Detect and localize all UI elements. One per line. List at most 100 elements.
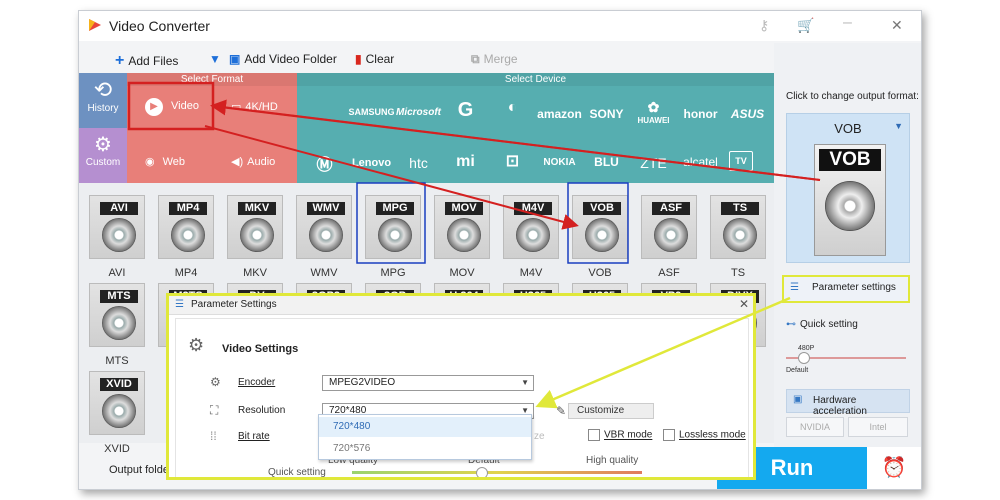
- format-tile-box: MOV: [434, 195, 490, 259]
- add-files-dropdown-icon[interactable]: ▼: [209, 52, 221, 66]
- intel-option[interactable]: Intel: [848, 417, 908, 437]
- format-tile-label: XVID: [104, 443, 130, 455]
- device-asus[interactable]: ASUS: [724, 107, 771, 121]
- output-panel: Click to change output format: VOB ▼ VOB…: [774, 43, 921, 489]
- play-icon: ▶: [145, 98, 163, 116]
- format-tile[interactable]: VOB VOB: [570, 195, 630, 279]
- format-tile-tag: WMV: [307, 202, 345, 215]
- format-tile[interactable]: MP4 MP4: [156, 195, 216, 279]
- high-quality-label: High quality: [586, 455, 639, 466]
- web-icon: ◉: [145, 156, 155, 168]
- quality-slider-thumb[interactable]: [476, 467, 488, 477]
- select-device-panel: Select Device SAMSUNG Microsoft G ◐ amaz…: [297, 73, 774, 183]
- format-tile-tag: XVID: [100, 378, 138, 391]
- format-video[interactable]: ▶ Video: [145, 98, 199, 116]
- lossless-mode-checkbox[interactable]: Lossless mode: [663, 429, 746, 441]
- format-device-selector: ⟲ History ⚙ Custom Select Format ▶ Video …: [79, 73, 774, 183]
- select-format-panel: Select Format ▶ Video ▭ 4K/HD ◉ Web ◀) Audio: [127, 73, 297, 183]
- format-tile-tag: AVI: [100, 202, 138, 215]
- alarm-clock-icon[interactable]: ⏰: [867, 447, 921, 489]
- format-tile[interactable]: MTS MTS: [87, 283, 147, 367]
- format-audio-label: Audio: [247, 156, 276, 168]
- minimize-icon[interactable]: –: [843, 14, 852, 32]
- cart-icon[interactable]: 🛒: [797, 17, 814, 34]
- format-tile-label: ASF: [658, 267, 680, 279]
- device-alcatel[interactable]: alcatel: [677, 155, 724, 169]
- customize-button[interactable]: Customize: [568, 403, 654, 419]
- format-tile[interactable]: M4V M4V: [501, 195, 561, 279]
- device-huawei[interactable]: ✿ HUAWEI: [630, 99, 677, 125]
- device-lenovo[interactable]: Lenovo: [348, 157, 395, 169]
- format-tile[interactable]: AVI AVI: [87, 195, 147, 279]
- nvidia-option[interactable]: NVIDIA: [786, 417, 844, 437]
- format-tile[interactable]: MOV MOV: [432, 195, 492, 279]
- device-amazon[interactable]: amazon: [536, 107, 583, 121]
- clear-button[interactable]: ▮ Clear: [355, 52, 394, 66]
- app-logo-icon: [89, 19, 101, 31]
- format-4khd[interactable]: ▭ 4K/HD: [231, 100, 278, 113]
- device-sony[interactable]: SONY: [583, 107, 630, 121]
- resolution-option[interactable]: 720*576: [319, 439, 531, 459]
- add-video-folder-button[interactable]: ▣ Add Video Folder: [229, 52, 337, 66]
- device-blu[interactable]: BLU: [583, 155, 630, 169]
- device-zte[interactable]: ZTE: [630, 155, 677, 171]
- sliders-icon: ☰: [790, 282, 799, 293]
- film-reel-icon: [723, 218, 757, 252]
- merge-label: Merge: [483, 52, 518, 66]
- format-tile-box: M4V: [503, 195, 559, 259]
- output-format-selector[interactable]: VOB ▼ VOB: [786, 113, 910, 263]
- resolution-option[interactable]: 720*480: [319, 417, 531, 437]
- history-button[interactable]: ⟲ History: [79, 73, 127, 128]
- film-reel-icon: [102, 218, 136, 252]
- hardware-acceleration-button[interactable]: ▣ Hardware acceleration: [786, 389, 910, 417]
- quality-slider[interactable]: [352, 471, 642, 474]
- key-icon[interactable]: ⚷: [759, 17, 769, 34]
- quick-setting-thumb[interactable]: [798, 352, 810, 364]
- output-format-name: VOB: [834, 121, 862, 136]
- bitrate-icon: ⁞⁞: [210, 429, 217, 443]
- parameter-settings-button[interactable]: ☰ Parameter settings: [782, 275, 910, 303]
- format-tile[interactable]: ASF ASF: [639, 195, 699, 279]
- device-honor[interactable]: honor: [677, 107, 724, 121]
- format-tile[interactable]: MKV MKV: [225, 195, 285, 279]
- format-tile[interactable]: TS TS: [708, 195, 768, 279]
- device-mi[interactable]: mi: [442, 153, 489, 171]
- merge-button[interactable]: ⧉ Merge: [471, 52, 518, 67]
- dialog-close-icon[interactable]: ✕: [739, 297, 749, 311]
- motorola-icon[interactable]: Ⓜ: [301, 151, 348, 175]
- format-tile-label: MOV: [449, 267, 475, 279]
- trash-icon: ▮: [355, 52, 362, 66]
- format-tile-box: MTS: [89, 283, 145, 347]
- format-tile-label: VOB: [588, 267, 612, 279]
- format-video-label: Video: [171, 100, 199, 112]
- encoder-select[interactable]: MPEG2VIDEO ▼: [322, 375, 534, 391]
- device-tv[interactable]: TV: [729, 151, 753, 171]
- format-audio[interactable]: ◀) Audio: [231, 155, 275, 168]
- format-tile-box: MKV: [227, 195, 283, 259]
- device-nokia[interactable]: NOKIA: [536, 157, 583, 168]
- format-web[interactable]: ◉ Web: [145, 155, 185, 168]
- close-icon[interactable]: ✕: [891, 17, 903, 34]
- device-htc[interactable]: htc: [395, 155, 442, 171]
- lg-icon[interactable]: ◐: [489, 99, 536, 117]
- format-tile-box: MPG: [365, 195, 421, 259]
- custom-button[interactable]: ⚙ Custom: [79, 128, 127, 183]
- device-samsung[interactable]: SAMSUNG: [348, 107, 395, 117]
- format-tile-tag: VOB: [583, 202, 621, 215]
- vbr-mode-checkbox[interactable]: VBR mode: [588, 429, 652, 441]
- format-tile-tag: MOV: [445, 202, 483, 215]
- format-tile[interactable]: MPG MPG: [363, 195, 423, 279]
- oneplus-icon[interactable]: ⊡: [489, 151, 536, 171]
- device-microsoft[interactable]: Microsoft: [395, 107, 442, 118]
- format-tile[interactable]: WMV WMV: [294, 195, 354, 279]
- folder-icon: ▣: [229, 52, 241, 66]
- google-icon[interactable]: G: [442, 99, 489, 122]
- film-reel-icon: [102, 394, 136, 428]
- disc-icon: [825, 181, 875, 231]
- add-files-button[interactable]: + Add Files: [115, 52, 178, 70]
- format-tile-label: MTS: [105, 355, 129, 367]
- huawei-logo-icon: ✿: [647, 99, 660, 115]
- size-label: ze: [534, 431, 545, 442]
- format-tile[interactable]: XVID XVID: [87, 371, 147, 455]
- film-reel-icon: [516, 218, 550, 252]
